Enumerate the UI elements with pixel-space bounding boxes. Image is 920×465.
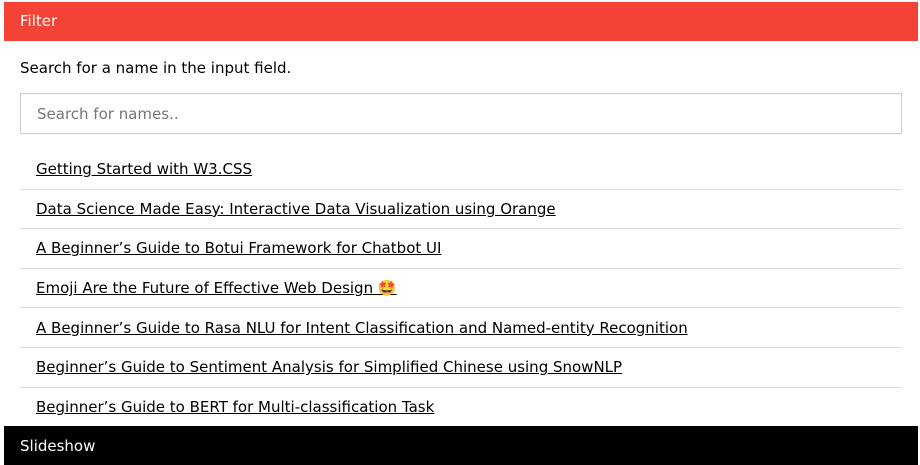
article-link[interactable]: Beginner’s Guide to BERT for Multi-class… (36, 398, 434, 416)
slideshow-bar-title: Slideshow (20, 437, 96, 455)
article-link[interactable]: Getting Started with W3.CSS (36, 160, 252, 178)
list-item: A Beginner’s Guide to Botui Framework fo… (20, 229, 902, 269)
slideshow-bar[interactable]: Slideshow (4, 426, 918, 465)
list-item: A Beginner’s Guide to Rasa NLU for Inten… (20, 308, 902, 348)
article-link[interactable]: A Beginner’s Guide to Botui Framework fo… (36, 239, 441, 257)
article-list: Getting Started with W3.CSS Data Science… (20, 150, 902, 427)
search-input[interactable] (20, 93, 902, 134)
list-item: Emoji Are the Future of Effective Web De… (20, 269, 902, 309)
filter-header-title: Filter (20, 12, 58, 30)
instructions-text: Search for a name in the input field. (20, 59, 292, 77)
list-item: Getting Started with W3.CSS (20, 150, 902, 190)
article-link[interactable]: A Beginner’s Guide to Rasa NLU for Inten… (36, 319, 688, 337)
article-link[interactable]: Data Science Made Easy: Interactive Data… (36, 200, 556, 218)
page: Filter Search for a name in the input fi… (0, 0, 920, 465)
article-link[interactable]: Emoji Are the Future of Effective Web De… (36, 279, 397, 297)
filter-header: Filter (4, 2, 918, 41)
article-link[interactable]: Beginner’s Guide to Sentiment Analysis f… (36, 358, 622, 376)
list-item: Data Science Made Easy: Interactive Data… (20, 190, 902, 230)
list-item: Beginner’s Guide to BERT for Multi-class… (20, 388, 902, 428)
list-item: Beginner’s Guide to Sentiment Analysis f… (20, 348, 902, 388)
